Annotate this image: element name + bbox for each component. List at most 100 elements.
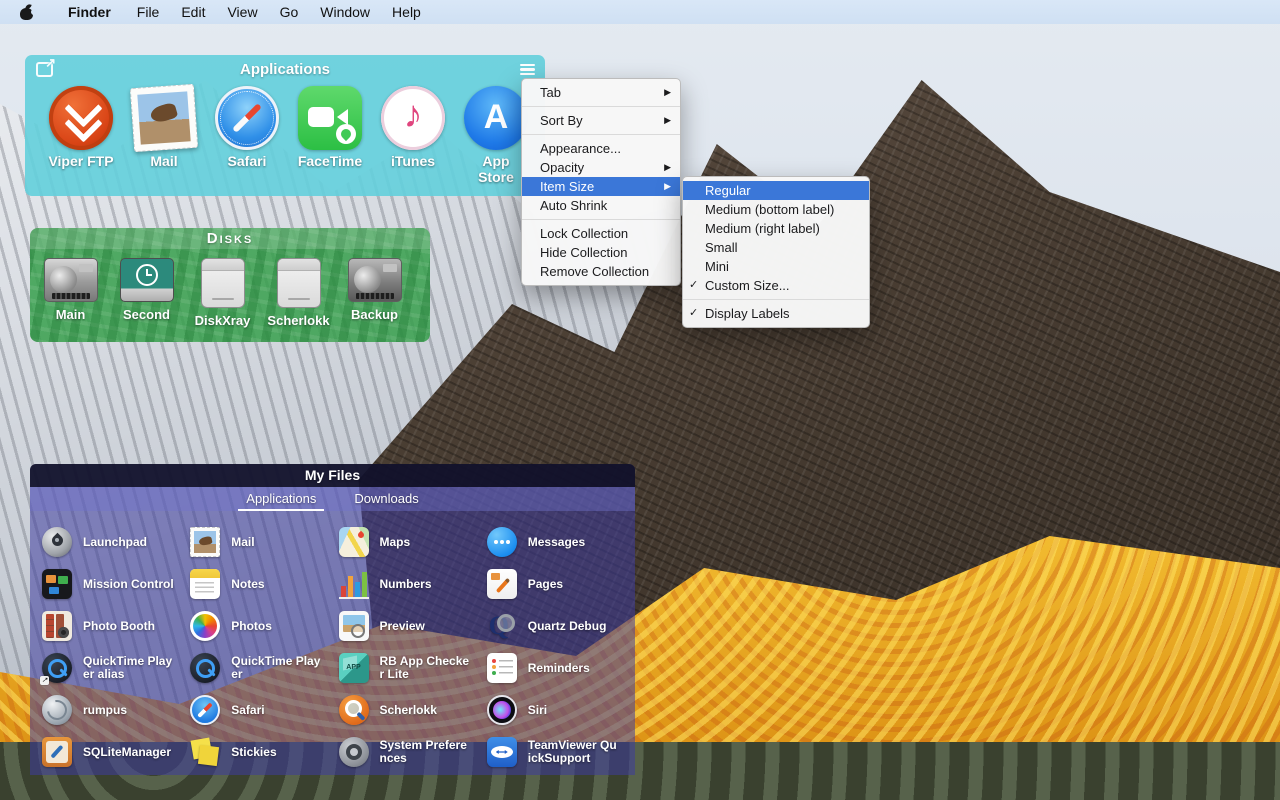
menubar-item-help[interactable]: Help	[381, 0, 432, 24]
menu-item-label: Auto Shrink	[540, 198, 607, 213]
quicktime-q-alias-icon: ↗	[42, 653, 72, 683]
grid-item-quicktime[interactable]: QuickTime Play er	[186, 647, 334, 689]
submenu-item-small[interactable]: Small	[683, 238, 869, 257]
disk-item-second[interactable]: Second	[113, 258, 180, 328]
grid-item-maps[interactable]: Maps	[335, 521, 483, 563]
siri-orb-icon	[487, 695, 517, 725]
submenu-item-medium-right-label[interactable]: Medium (right label)	[683, 219, 869, 238]
grid-item-label: Mail	[231, 536, 254, 549]
mail-stamp-icon	[130, 84, 198, 152]
applications-icon-row: Viper FTP Mail Safari FaceTime iTunes Ap…	[25, 84, 545, 185]
grid-item-launchpad[interactable]: Launchpad	[38, 521, 186, 563]
disk-item-main[interactable]: Main	[37, 258, 104, 328]
external-drive-icon	[201, 258, 245, 308]
database-pencil-icon	[42, 737, 72, 767]
app-item-safari[interactable]: Safari	[214, 86, 280, 185]
grid-item-label: System Prefere nces	[380, 739, 467, 765]
teamviewer-lens-icon	[487, 737, 517, 767]
menu-item-hide-collection[interactable]: Hide Collection	[522, 243, 680, 262]
menu-item-label: Medium (right label)	[705, 221, 820, 236]
quicktime-q-icon	[190, 653, 220, 683]
chat-bubble-icon	[487, 527, 517, 557]
menubar-item-finder[interactable]: Finder	[57, 0, 122, 24]
sticky-notes-icon	[190, 737, 220, 767]
menubar-item-file[interactable]: File	[126, 0, 171, 24]
submenu-item-mini[interactable]: Mini	[683, 257, 869, 276]
grid-item-mission-control[interactable]: Mission Control	[38, 563, 186, 605]
submenu-item-display-labels[interactable]: ✓ Display Labels	[683, 304, 869, 323]
grid-item-mail[interactable]: Mail	[186, 521, 334, 563]
menu-item-label: Hide Collection	[540, 245, 627, 260]
grid-item-rb-app-checker[interactable]: RB App Checke r Lite	[335, 647, 483, 689]
submenu-item-medium-bottom-label[interactable]: Medium (bottom label)	[683, 200, 869, 219]
submenu-item-regular[interactable]: Regular	[683, 181, 869, 200]
menu-item-appearance[interactable]: Appearance...	[522, 139, 680, 158]
menubar-item-go[interactable]: Go	[269, 0, 310, 24]
menu-item-opacity[interactable]: Opacity ▶	[522, 158, 680, 177]
menubar-item-view[interactable]: View	[216, 0, 268, 24]
grid-item-scherlokk[interactable]: Scherlokk	[335, 689, 483, 731]
apple-menu-icon[interactable]	[20, 4, 35, 21]
applications-collection-header: Applications	[25, 55, 545, 84]
grid-item-label: rumpus	[83, 704, 127, 717]
grid-item-label: TeamViewer Qu ickSupport	[528, 739, 617, 765]
grid-item-photo-booth[interactable]: Photo Booth	[38, 605, 186, 647]
tab-applications[interactable]: Applications	[244, 489, 318, 509]
grid-item-teamviewer[interactable]: TeamViewer Qu ickSupport	[483, 731, 631, 773]
menu-item-tab[interactable]: Tab ▶	[522, 83, 680, 102]
grid-item-numbers[interactable]: Numbers	[335, 563, 483, 605]
app-item-app-store[interactable]: App Store	[463, 86, 529, 185]
safari-compass-icon	[215, 86, 279, 150]
app-label: Mail	[150, 153, 177, 169]
menu-item-label: Regular	[705, 183, 751, 198]
app-item-facetime[interactable]: FaceTime	[297, 86, 363, 185]
menu-bar: Finder File Edit View Go Window Help	[0, 0, 1280, 24]
grid-item-label: Messages	[528, 536, 585, 549]
grid-item-safari[interactable]: Safari	[186, 689, 334, 731]
grid-item-label: Reminders	[528, 662, 590, 675]
internal-drive-icon	[44, 258, 98, 302]
grid-item-preview[interactable]: Preview	[335, 605, 483, 647]
disk-item-backup[interactable]: Backup	[341, 258, 408, 328]
disk-item-diskxray[interactable]: DiskXray	[189, 258, 256, 328]
tab-downloads[interactable]: Downloads	[352, 489, 420, 509]
rocket-icon	[42, 527, 72, 557]
menu-item-item-size[interactable]: Item Size ▶	[522, 177, 680, 196]
grid-item-quartz-debug[interactable]: Quartz Debug	[483, 605, 631, 647]
grid-item-pages[interactable]: Pages	[483, 563, 631, 605]
grid-item-messages[interactable]: Messages	[483, 521, 631, 563]
grid-item-label: QuickTime Play er alias	[83, 655, 172, 681]
expand-collection-icon[interactable]	[36, 62, 53, 77]
grid-item-rumpus[interactable]: rumpus	[38, 689, 186, 731]
menu-item-auto-shrink[interactable]: Auto Shrink	[522, 196, 680, 215]
submenu-item-custom-size[interactable]: ✓ Custom Size...	[683, 276, 869, 295]
menu-item-lock-collection[interactable]: Lock Collection	[522, 224, 680, 243]
menu-item-label: Medium (bottom label)	[705, 202, 834, 217]
grid-item-system-preferences[interactable]: System Prefere nces	[335, 731, 483, 773]
menu-item-label: Tab	[540, 85, 561, 100]
grid-item-sqlitemanager[interactable]: SQLiteManager	[38, 731, 186, 773]
grid-item-quicktime-alias[interactable]: ↗ QuickTime Play er alias	[38, 647, 186, 689]
submenu-arrow-icon: ▶	[664, 158, 671, 177]
disk-item-scherlokk[interactable]: Scherlokk	[265, 258, 332, 328]
menu-item-label: Lock Collection	[540, 226, 628, 241]
grid-item-photos[interactable]: Photos	[186, 605, 334, 647]
menu-item-remove-collection[interactable]: Remove Collection	[522, 262, 680, 281]
menu-item-label: Remove Collection	[540, 264, 649, 279]
grid-item-stickies[interactable]: Stickies	[186, 731, 334, 773]
grid-item-reminders[interactable]: Reminders	[483, 647, 631, 689]
grid-item-notes[interactable]: Notes	[186, 563, 334, 605]
menubar-item-window[interactable]: Window	[309, 0, 381, 24]
collection-menu-icon[interactable]	[520, 64, 535, 75]
app-item-mail[interactable]: Mail	[131, 86, 197, 185]
menubar-item-edit[interactable]: Edit	[170, 0, 216, 24]
grid-item-label: Preview	[380, 620, 425, 633]
globe-icon	[42, 695, 72, 725]
windows-grid-icon	[42, 569, 72, 599]
app-item-viper-ftp[interactable]: Viper FTP	[48, 86, 114, 185]
grid-item-siri[interactable]: Siri	[483, 689, 631, 731]
app-item-itunes[interactable]: iTunes	[380, 86, 446, 185]
submenu-arrow-icon: ▶	[664, 111, 671, 130]
menu-item-sort-by[interactable]: Sort By ▶	[522, 111, 680, 130]
app-label: FaceTime	[298, 153, 362, 169]
